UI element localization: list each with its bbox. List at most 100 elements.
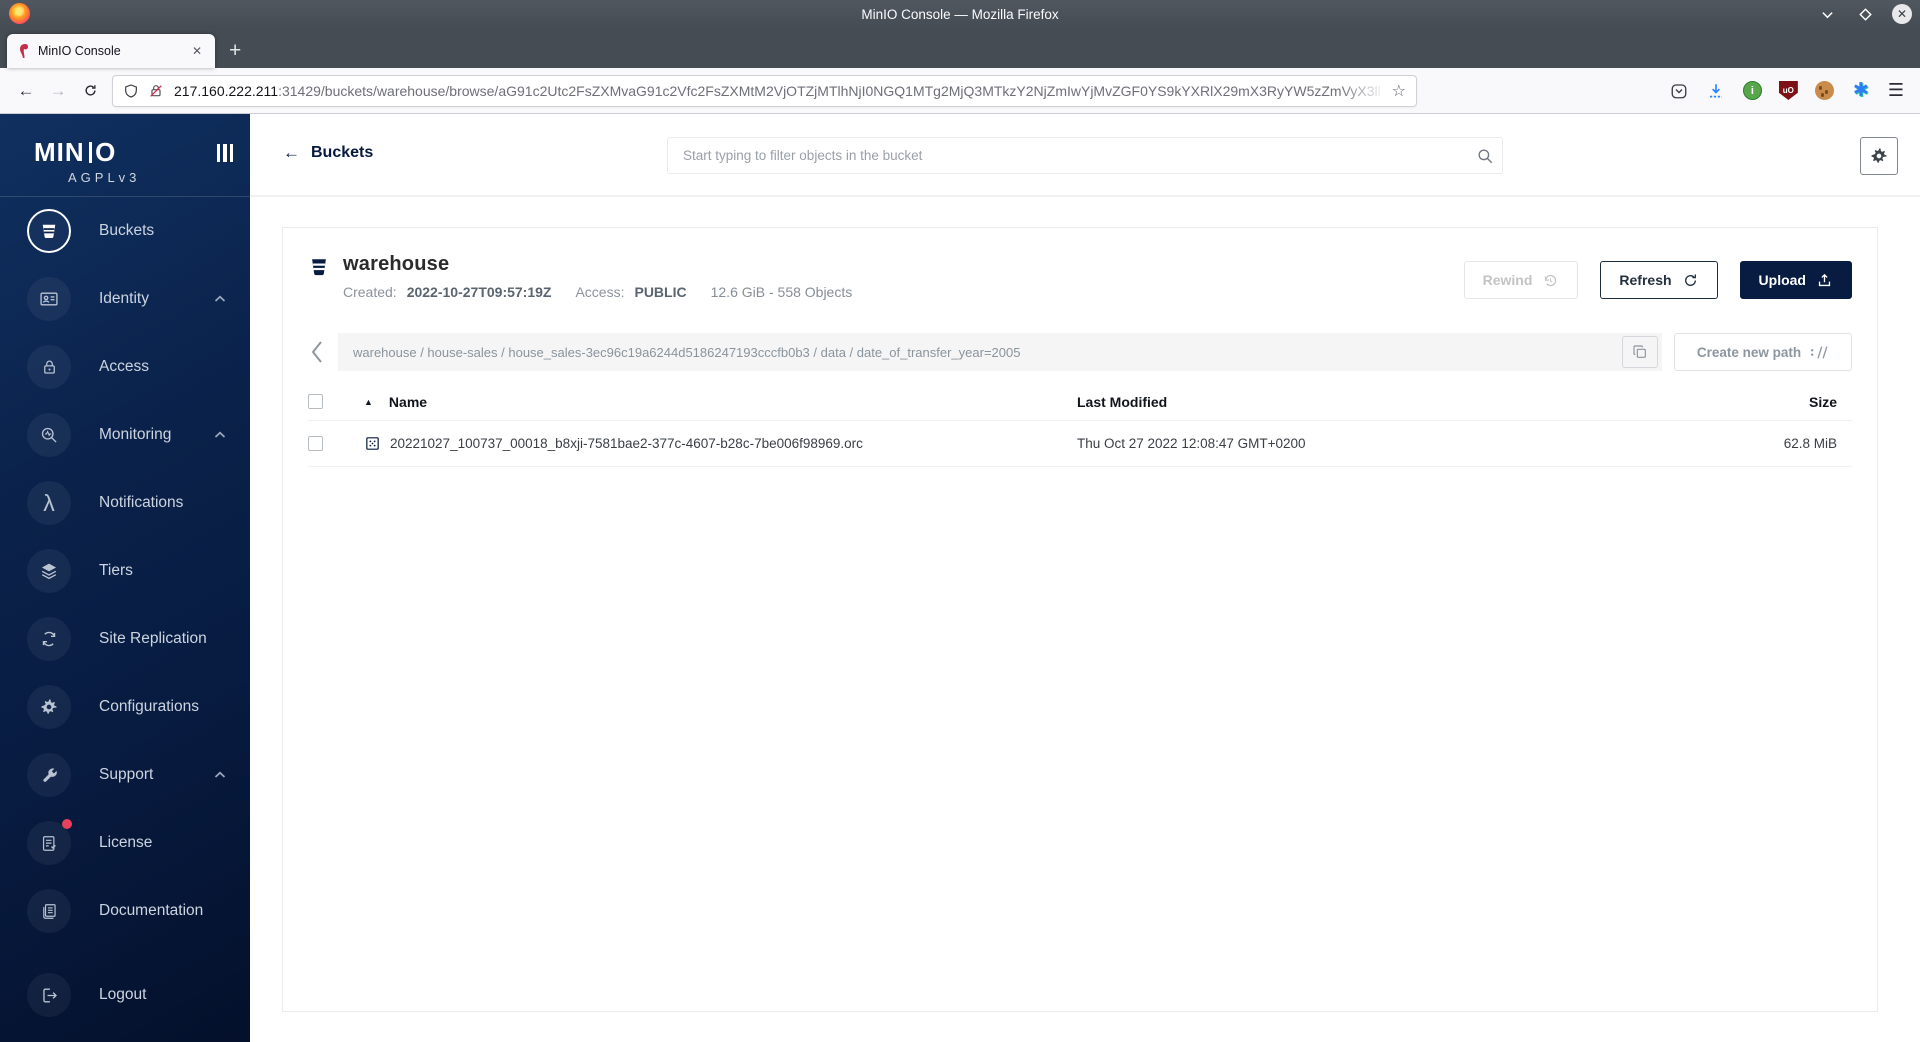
tiers-layers-icon bbox=[27, 549, 71, 593]
refresh-icon bbox=[1684, 274, 1696, 286]
url-host: 217.160.222.211 bbox=[174, 82, 279, 99]
window-minimize-icon[interactable] bbox=[1816, 3, 1838, 25]
chevron-up-icon[interactable] bbox=[214, 771, 226, 779]
refresh-button[interactable]: Refresh bbox=[1600, 261, 1718, 299]
objects-table: ▲ Name Last Modified Size 20221027_10073… bbox=[308, 383, 1852, 467]
access-lock-icon bbox=[27, 345, 71, 389]
url-bar[interactable]: 217.160.222.211:31429/buckets/warehouse/… bbox=[112, 74, 1417, 107]
url-text: 217.160.222.211:31429/buckets/warehouse/… bbox=[174, 82, 1386, 99]
rewind-icon bbox=[1545, 274, 1557, 286]
hamburger-menu-icon[interactable]: ☰ bbox=[1888, 80, 1904, 101]
url-path: :31429/buckets/warehouse/browse/aG91c2Ut… bbox=[278, 82, 1381, 99]
sidebar-item-tiers[interactable]: Tiers bbox=[0, 537, 250, 605]
sidebar-item-access[interactable]: Access bbox=[0, 333, 250, 401]
chevron-up-icon[interactable] bbox=[214, 431, 226, 439]
size-column-header[interactable]: Size bbox=[1717, 394, 1852, 410]
window-title: MinIO Console — Mozilla Firefox bbox=[861, 6, 1059, 22]
sidebar: MIN O AGPLv3 Buckets Identity Access Mon… bbox=[0, 114, 250, 1042]
sidebar-item-buckets[interactable]: Buckets bbox=[0, 197, 250, 265]
sidebar-item-label: Buckets bbox=[99, 222, 155, 239]
sidebar-collapse-icon[interactable] bbox=[216, 144, 233, 162]
tab-bar: MinIO Console ✕ + bbox=[0, 28, 1920, 68]
breadcrumb[interactable]: warehouse / house-sales / house_sales-3e… bbox=[353, 345, 1622, 360]
sidebar-item-label: Documentation bbox=[99, 902, 204, 919]
insecure-lock-icon[interactable] bbox=[148, 83, 164, 99]
sidebar-item-site-replication[interactable]: Site Replication bbox=[0, 605, 250, 673]
container-extension-icon[interactable]: ✱ bbox=[1851, 80, 1871, 101]
tab-close-icon[interactable]: ✕ bbox=[187, 41, 207, 61]
sidebar-item-configurations[interactable]: Configurations bbox=[0, 673, 250, 741]
back-to-buckets-link[interactable]: ← Buckets bbox=[283, 143, 373, 163]
new-path-icon bbox=[1811, 345, 1828, 359]
bucket-settings-button[interactable] bbox=[1860, 137, 1898, 175]
sidebar-item-identity[interactable]: Identity bbox=[0, 265, 250, 333]
license-edition-label: AGPLv3 bbox=[68, 170, 141, 185]
sidebar-item-monitoring[interactable]: Monitoring bbox=[0, 401, 250, 469]
minio-logo: MIN O AGPLv3 bbox=[0, 114, 250, 196]
page-topbar: ← Buckets bbox=[250, 114, 1920, 197]
bucket-name: warehouse bbox=[343, 253, 450, 275]
window-close-icon[interactable]: ✕ bbox=[1892, 4, 1912, 24]
new-tab-button[interactable]: + bbox=[229, 39, 241, 63]
ublock-origin-icon[interactable]: uO bbox=[1778, 81, 1798, 100]
sidebar-item-support[interactable]: Support bbox=[0, 741, 250, 809]
configurations-gear-icon bbox=[27, 685, 71, 729]
window-maximize-icon[interactable] bbox=[1854, 3, 1876, 25]
browser-toolbar: ← → 217.160.222.211:31429/buckets/wareho… bbox=[0, 68, 1920, 114]
pocket-icon[interactable] bbox=[1669, 81, 1689, 101]
nav-forward-icon: → bbox=[49, 80, 67, 100]
upload-button[interactable]: Upload bbox=[1739, 261, 1852, 299]
license-icon bbox=[27, 819, 72, 865]
sidebar-item-notifications[interactable]: λ Notifications bbox=[0, 469, 250, 537]
bucket-actions: Rewind Refresh Upload bbox=[1463, 253, 1852, 299]
nav-reload-icon[interactable] bbox=[74, 75, 106, 107]
sidebar-item-label: Logout bbox=[99, 986, 147, 1003]
bucket-header: warehouse Created: 2022-10-27T09:57:19Z … bbox=[308, 253, 1852, 300]
object-name[interactable]: 20221027_100737_00018_b8xji-7581bae2-377… bbox=[390, 436, 863, 451]
logout-icon bbox=[27, 973, 71, 1017]
nav-back-icon[interactable]: ← bbox=[10, 75, 42, 107]
sidebar-item-logout[interactable]: Logout bbox=[0, 961, 250, 1029]
sidebar-item-label: Notifications bbox=[99, 494, 184, 511]
minio-console: MIN O AGPLv3 Buckets Identity Access Mon… bbox=[0, 114, 1920, 1042]
bucket-browser-card: warehouse Created: 2022-10-27T09:57:19Z … bbox=[282, 227, 1878, 1012]
object-size: 62.8 MiB bbox=[1783, 436, 1837, 451]
sidebar-item-label: Identity bbox=[99, 290, 149, 307]
copy-path-button[interactable] bbox=[1622, 336, 1658, 368]
upload-icon bbox=[1818, 273, 1831, 286]
object-last-modified: Thu Oct 27 2022 12:08:47 GMT+0200 bbox=[1077, 436, 1306, 451]
created-value: 2022-10-27T09:57:19Z bbox=[406, 284, 552, 300]
sidebar-item-license[interactable]: License bbox=[0, 809, 250, 877]
main-content: ← Buckets warehouse Created: 2 bbox=[250, 114, 1920, 1042]
logo-text-min: MIN bbox=[34, 137, 85, 167]
path-navigation: warehouse / house-sales / house_sales-3e… bbox=[308, 333, 1852, 371]
shield-permissions-icon[interactable] bbox=[123, 83, 139, 99]
sort-ascending-icon[interactable]: ▲ bbox=[364, 397, 373, 407]
identity-icon bbox=[27, 277, 71, 321]
last-modified-column-header[interactable]: Last Modified bbox=[1077, 394, 1717, 410]
select-all-checkbox[interactable] bbox=[308, 394, 323, 409]
extension-green-icon[interactable]: i bbox=[1742, 81, 1762, 100]
sidebar-item-label: Access bbox=[99, 358, 149, 375]
created-label: Created: bbox=[343, 284, 397, 300]
name-column-header[interactable]: Name bbox=[389, 394, 427, 410]
tab-minio-console[interactable]: MinIO Console ✕ bbox=[7, 34, 215, 68]
downloads-icon[interactable] bbox=[1706, 81, 1726, 101]
sidebar-item-documentation[interactable]: Documentation bbox=[0, 877, 250, 945]
table-row[interactable]: 20221027_100737_00018_b8xji-7581bae2-377… bbox=[308, 421, 1852, 467]
create-new-path-button[interactable]: Create new path bbox=[1674, 333, 1852, 371]
bookmark-star-icon[interactable]: ☆ bbox=[1392, 81, 1406, 101]
row-checkbox[interactable] bbox=[308, 436, 323, 451]
path-back-icon[interactable] bbox=[308, 339, 325, 365]
access-value[interactable]: PUBLIC bbox=[634, 284, 686, 300]
access-label: Access: bbox=[575, 284, 625, 300]
logo-text-o: O bbox=[95, 137, 117, 167]
cookie-extension-icon[interactable] bbox=[1814, 81, 1834, 100]
search-icon bbox=[1476, 147, 1494, 165]
documentation-icon bbox=[27, 889, 71, 933]
object-filter-input[interactable] bbox=[667, 137, 1503, 174]
sidebar-item-label: Monitoring bbox=[99, 426, 172, 443]
license-notification-badge bbox=[62, 819, 72, 829]
lambda-icon: λ bbox=[27, 481, 71, 525]
chevron-up-icon[interactable] bbox=[214, 295, 226, 303]
